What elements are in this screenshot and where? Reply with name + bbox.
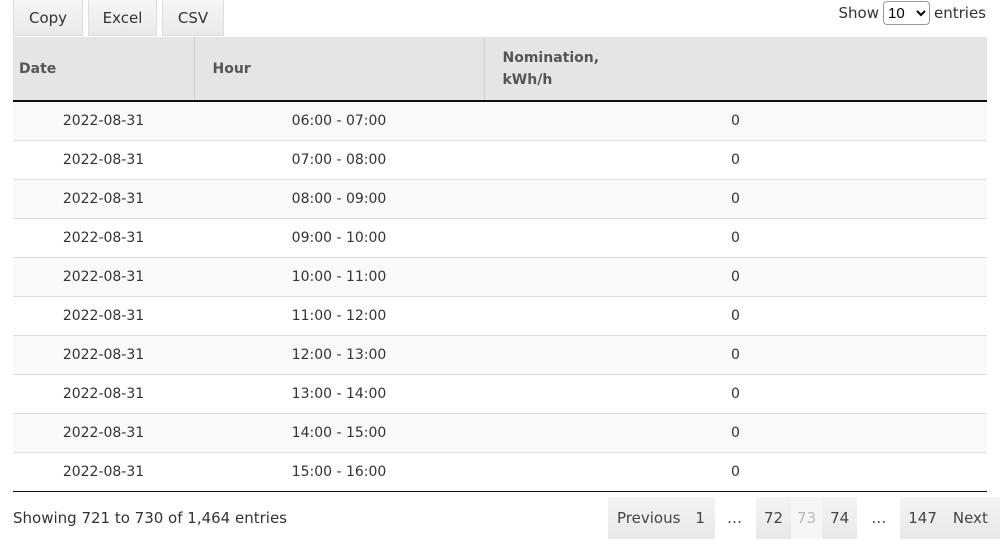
cell-hour: 11:00 - 12:00 <box>194 296 484 336</box>
page-147[interactable]: 147 <box>900 497 945 539</box>
pagination-ellipsis: … <box>871 509 887 527</box>
cell-date: 2022-08-31 <box>13 374 194 414</box>
table-row: 2022-08-31 08:00 - 09:00 0 <box>13 179 987 219</box>
copy-button[interactable]: Copy <box>13 0 83 36</box>
cell-hour: 10:00 - 11:00 <box>194 257 484 297</box>
page-74[interactable]: 74 <box>822 497 858 539</box>
pagination-ellipsis: … <box>726 509 742 527</box>
data-table: Date Hour Nomination, kWh/h 2022-08-31 06:… <box>13 37 987 492</box>
header-nomination-label: Nomination, kWh/h <box>502 49 600 88</box>
cell-value: 0 <box>484 101 987 141</box>
page-1[interactable]: 1 <box>687 497 715 539</box>
entries-label: entries <box>934 4 986 22</box>
cell-date: 2022-08-31 <box>13 101 194 141</box>
table-info: Showing 721 to 730 of 1,464 entries <box>13 509 287 527</box>
cell-date: 2022-08-31 <box>13 218 194 258</box>
previous-button[interactable]: Previous <box>608 497 688 539</box>
cell-hour: 06:00 - 07:00 <box>194 101 484 141</box>
cell-hour: 12:00 - 13:00 <box>194 335 484 375</box>
cell-date: 2022-08-31 <box>13 335 194 375</box>
cell-value: 0 <box>484 179 987 219</box>
cell-value: 0 <box>484 413 987 453</box>
cell-hour: 14:00 - 15:00 <box>194 413 484 453</box>
table-row: 2022-08-31 13:00 - 14:00 0 <box>13 374 987 414</box>
cell-value: 0 <box>484 140 987 180</box>
cell-value: 0 <box>484 374 987 414</box>
cell-hour: 08:00 - 09:00 <box>194 179 484 219</box>
cell-date: 2022-08-31 <box>13 296 194 336</box>
header-row: Date Hour Nomination, kWh/h <box>13 37 987 102</box>
cell-value: 0 <box>484 257 987 297</box>
table-row: 2022-08-31 07:00 - 08:00 0 <box>13 140 987 180</box>
table-row: 2022-08-31 14:00 - 15:00 0 <box>13 413 987 453</box>
cell-hour: 15:00 - 16:00 <box>194 452 484 492</box>
table-row: 2022-08-31 06:00 - 07:00 0 <box>13 101 987 141</box>
show-label: Show <box>838 4 879 22</box>
entries-length-control: Show 10 entries <box>839 1 986 25</box>
cell-hour: 09:00 - 10:00 <box>194 218 484 258</box>
csv-button[interactable]: CSV <box>162 0 224 36</box>
table-row: 2022-08-31 11:00 - 12:00 0 <box>13 296 987 336</box>
header-hour[interactable]: Hour <box>194 37 485 102</box>
cell-value: 0 <box>484 296 987 336</box>
cell-date: 2022-08-31 <box>13 257 194 297</box>
header-date[interactable]: Date <box>13 37 195 102</box>
cell-value: 0 <box>484 218 987 258</box>
cell-date: 2022-08-31 <box>13 452 194 492</box>
cell-date: 2022-08-31 <box>13 413 194 453</box>
cell-value: 0 <box>484 335 987 375</box>
cell-date: 2022-08-31 <box>13 140 194 180</box>
excel-button[interactable]: Excel <box>88 0 157 36</box>
next-button[interactable]: Next <box>944 497 1000 539</box>
table-row: 2022-08-31 12:00 - 13:00 0 <box>13 335 987 375</box>
table-row: 2022-08-31 10:00 - 11:00 0 <box>13 257 987 297</box>
entries-select[interactable]: 10 <box>883 1 930 25</box>
table-row: 2022-08-31 09:00 - 10:00 0 <box>13 218 987 258</box>
pagination: Previous 1 … 72 73 74 … 147 Next <box>608 497 1000 539</box>
page-72[interactable]: 72 <box>755 497 792 539</box>
cell-date: 2022-08-31 <box>13 179 194 219</box>
table-row: 2022-08-31 15:00 - 16:00 0 <box>13 452 987 492</box>
page-73-current[interactable]: 73 <box>791 497 823 539</box>
cell-hour: 13:00 - 14:00 <box>194 374 484 414</box>
cell-hour: 07:00 - 08:00 <box>194 140 484 180</box>
header-nomination[interactable]: Nomination, kWh/h <box>484 37 987 102</box>
export-toolbar: Copy Excel CSV <box>13 0 224 36</box>
cell-value: 0 <box>484 452 987 492</box>
